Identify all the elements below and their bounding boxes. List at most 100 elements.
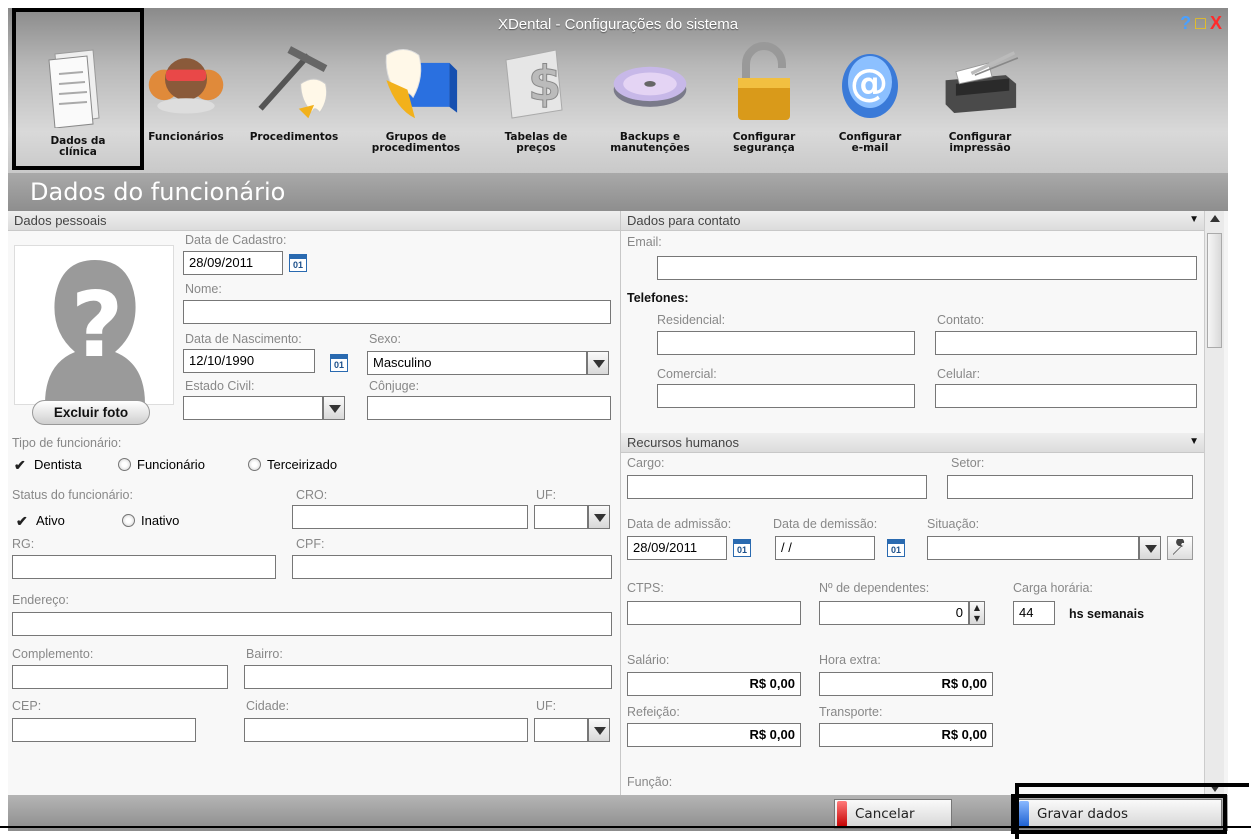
city-uf-select[interactable] (534, 718, 588, 742)
contact-panel: Dados para contato ▼ Email: Telefones: R… (620, 211, 1205, 795)
contact-phone-label: Contato: (937, 313, 985, 327)
meal-field[interactable]: R$ 0,00 (627, 723, 801, 747)
status-ativo-option[interactable]: ✔ Ativo (16, 513, 65, 528)
calendar-icon[interactable]: 01 (885, 536, 907, 560)
dependents-field[interactable]: 0 (819, 601, 969, 625)
cro-uf-label: UF: (536, 488, 557, 502)
ctps-field[interactable] (627, 601, 801, 625)
wrench-icon[interactable] (1167, 536, 1193, 560)
status-inativo-option[interactable]: Inativo (122, 513, 179, 528)
district-label: Bairro: (246, 647, 283, 661)
save-button[interactable]: Gravar dados (1011, 794, 1227, 834)
district-field[interactable] (244, 665, 612, 689)
contact-phone-field[interactable] (935, 331, 1197, 355)
work-phone-field[interactable] (657, 384, 915, 408)
avatar-placeholder-icon: ? (45, 260, 145, 404)
type-dentista-option[interactable]: ✔ Dentista (14, 457, 82, 472)
name-field[interactable] (183, 300, 611, 324)
role-label: Cargo: (627, 456, 665, 470)
close-icon[interactable]: X (1210, 14, 1222, 32)
workload-field[interactable]: 44 (1013, 601, 1055, 625)
at-sign-icon: @ (827, 40, 913, 124)
overtime-field[interactable]: R$ 0,00 (819, 672, 993, 696)
toolbar-procedimentos-button[interactable]: Procedimentos (238, 40, 350, 168)
toolbar-label: Configurar segurança (732, 131, 796, 154)
calendar-icon[interactable]: 01 (731, 536, 753, 560)
chevron-down-icon[interactable] (588, 505, 610, 529)
home-phone-field[interactable] (657, 331, 915, 355)
toolbar-label: Backups e manutenções (610, 131, 690, 154)
stepper-up-icon[interactable]: ▲ (974, 603, 980, 612)
collapse-arrow-icon[interactable]: ▼ (1189, 214, 1199, 225)
personal-data-header: Dados pessoais (8, 211, 620, 231)
cpf-field[interactable] (292, 555, 612, 579)
toolbar-funcionarios-button[interactable]: Funcionários (134, 40, 238, 168)
maximize-icon[interactable]: □ (1195, 14, 1206, 32)
calendar-day: 01 (330, 354, 348, 372)
meal-label: Refeição: (627, 705, 680, 719)
window-controls: ? □ X (1180, 14, 1222, 32)
toolbar-dados-clinica-button[interactable]: Dados da clínica (12, 8, 144, 170)
stepper-down-icon[interactable]: ▼ (974, 614, 980, 623)
transport-field[interactable]: R$ 0,00 (819, 723, 993, 747)
scroll-up-icon[interactable] (1210, 215, 1220, 222)
chevron-down-icon[interactable] (1139, 536, 1161, 560)
chevron-down-icon[interactable] (588, 718, 610, 742)
toolbar-grupos-procedimentos-button[interactable]: Grupos de procedimentos (348, 40, 484, 168)
sector-label: Setor: (951, 456, 985, 470)
toolbar-label: Configurar e-mail (838, 131, 902, 154)
section-title-bar: Dados do funcionário (8, 173, 1228, 211)
toolbar-impressao-button[interactable]: Configurar impressão (920, 40, 1040, 168)
option-label: Inativo (141, 513, 180, 528)
address-field[interactable] (12, 612, 612, 636)
rg-field[interactable] (12, 555, 276, 579)
marital-status-label: Estado Civil: (185, 379, 255, 393)
dismissal-date-field[interactable]: / / (775, 536, 875, 560)
contact-header-label: Dados para contato (627, 213, 741, 228)
registration-date-label: Data de Cadastro: (185, 233, 287, 247)
city-field[interactable] (244, 718, 528, 742)
marital-status-select[interactable] (183, 396, 323, 420)
cro-uf-select[interactable] (534, 505, 588, 529)
role-field[interactable] (627, 475, 927, 499)
situation-select[interactable] (927, 536, 1139, 560)
hr-header-label: Recursos humanos (627, 435, 739, 450)
scrollbar[interactable] (1204, 211, 1224, 796)
type-funcionario-option[interactable]: Funcionário (118, 457, 205, 472)
toolbar-backups-button[interactable]: Backups e manutenções (590, 40, 710, 168)
chevron-down-icon[interactable] (587, 351, 609, 375)
chevron-down-icon[interactable] (323, 396, 345, 420)
admission-date-field[interactable]: 28/09/2011 (627, 536, 727, 560)
printer-icon (937, 40, 1023, 124)
registration-date-field[interactable]: 28/09/2011 (183, 251, 283, 275)
calendar-icon[interactable]: 01 (287, 251, 309, 275)
calendar-icon[interactable]: 01 (328, 351, 350, 375)
complement-field[interactable] (12, 665, 228, 689)
ctps-label: CTPS: (627, 581, 664, 595)
page-title: Dados do funcionário (30, 178, 286, 206)
cro-field[interactable] (292, 505, 528, 529)
dependents-stepper[interactable]: ▲ ▼ (969, 601, 985, 625)
help-icon[interactable]: ? (1180, 14, 1191, 32)
svg-text:?: ? (71, 273, 123, 378)
calendar-day: 01 (733, 539, 751, 557)
cep-field[interactable] (12, 718, 196, 742)
collapse-arrow-icon[interactable]: ▼ (1189, 436, 1199, 447)
delete-photo-button[interactable]: Excluir foto (32, 400, 150, 425)
type-terceirizado-option[interactable]: Terceirizado (248, 457, 337, 472)
mobile-phone-field[interactable] (935, 384, 1197, 408)
email-field[interactable] (657, 256, 1197, 280)
sector-field[interactable] (947, 475, 1193, 499)
toolbar-seguranca-button[interactable]: Configurar segurança (714, 40, 814, 168)
cancel-button[interactable]: Cancelar (834, 799, 952, 829)
tooth-group-icon (373, 40, 459, 124)
scrollbar-thumb[interactable] (1207, 233, 1222, 348)
sex-select[interactable]: Masculino (367, 351, 587, 375)
staff-icon (143, 40, 229, 124)
birth-date-field[interactable]: 12/10/1990 (183, 349, 315, 373)
spouse-field[interactable] (367, 396, 611, 420)
check-icon: ✔ (16, 512, 28, 529)
toolbar-tabelas-precos-button[interactable]: $ Tabelas de preços (484, 40, 588, 168)
toolbar-email-button[interactable]: @ Configurar e-mail (820, 40, 920, 168)
salary-field[interactable]: R$ 0,00 (627, 672, 801, 696)
